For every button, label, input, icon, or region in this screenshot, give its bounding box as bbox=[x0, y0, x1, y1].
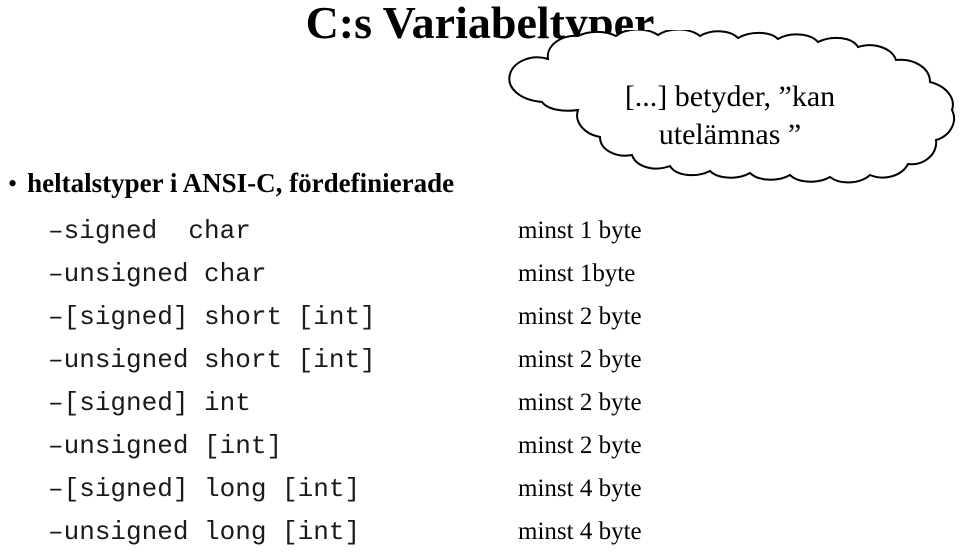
type-size: minst 1 byte bbox=[518, 217, 642, 244]
type-size: minst 4 byte bbox=[518, 475, 642, 502]
dash-marker: – bbox=[48, 388, 64, 418]
slide: C:s Variabeltyper [...] betyder, ”kan ut… bbox=[0, 0, 960, 553]
dash-marker: – bbox=[48, 474, 64, 504]
type-list: –signed char minst 1 byte –unsigned char… bbox=[48, 216, 948, 560]
type-size: minst 2 byte bbox=[518, 346, 642, 373]
type-declaration: –[signed] long [int] bbox=[48, 474, 518, 504]
type-size: minst 2 byte bbox=[518, 389, 642, 416]
cloud-callout: [...] betyder, ”kan utelämnas ” bbox=[490, 30, 960, 185]
type-declaration: –unsigned short [int] bbox=[48, 345, 518, 375]
list-item: –unsigned char minst 1byte bbox=[48, 259, 948, 302]
list-item: –signed char minst 1 byte bbox=[48, 216, 948, 259]
type-size: minst 1byte bbox=[518, 260, 636, 287]
type-size: minst 2 byte bbox=[518, 432, 642, 459]
dash-marker: – bbox=[48, 431, 64, 461]
type-decl-text: [signed] short [int] bbox=[63, 302, 376, 332]
type-size: minst 4 byte bbox=[518, 518, 642, 545]
type-declaration: –unsigned long [int] bbox=[48, 517, 518, 547]
type-decl-text: signed char bbox=[63, 216, 251, 246]
type-decl-text: [signed] long [int] bbox=[63, 474, 361, 504]
bullet-label: heltalstyper i ANSI-C, fördefinierade bbox=[27, 168, 455, 198]
list-item: –[signed] int minst 2 byte bbox=[48, 388, 948, 431]
type-decl-text: [signed] int bbox=[63, 388, 251, 418]
type-declaration: –unsigned [int] bbox=[48, 431, 518, 461]
list-item: –[signed] long [int] minst 4 byte bbox=[48, 474, 948, 517]
type-decl-text: unsigned long [int] bbox=[63, 517, 361, 547]
type-size: minst 2 byte bbox=[518, 303, 642, 330]
callout-line-1: [...] betyder, ”kan bbox=[624, 80, 836, 113]
type-declaration: –[signed] int bbox=[48, 388, 518, 418]
callout-text: [...] betyder, ”kan utelämnas ” bbox=[550, 78, 910, 155]
list-item: –unsigned long [int] minst 4 byte bbox=[48, 517, 948, 560]
bullet-dot-icon: • bbox=[8, 169, 18, 198]
dash-marker: – bbox=[48, 517, 64, 547]
type-declaration: –signed char bbox=[48, 216, 518, 246]
bullet-heltalstyper: • heltalstyper i ANSI-C, fördefinierade bbox=[8, 168, 648, 199]
dash-marker: – bbox=[48, 302, 64, 332]
list-item: –[signed] short [int] minst 2 byte bbox=[48, 302, 948, 345]
list-item: –unsigned short [int] minst 2 byte bbox=[48, 345, 948, 388]
callout-line-2: utelämnas ” bbox=[658, 118, 802, 152]
dash-marker: – bbox=[48, 259, 64, 289]
dash-marker: – bbox=[48, 345, 64, 375]
type-decl-text: unsigned short [int] bbox=[63, 345, 376, 375]
type-declaration: –unsigned char bbox=[48, 259, 518, 289]
dash-marker: – bbox=[48, 216, 64, 246]
type-decl-text: unsigned char bbox=[63, 259, 267, 289]
type-decl-text: unsigned [int] bbox=[63, 431, 283, 461]
type-declaration: –[signed] short [int] bbox=[48, 302, 518, 332]
list-item: –unsigned [int] minst 2 byte bbox=[48, 431, 948, 474]
